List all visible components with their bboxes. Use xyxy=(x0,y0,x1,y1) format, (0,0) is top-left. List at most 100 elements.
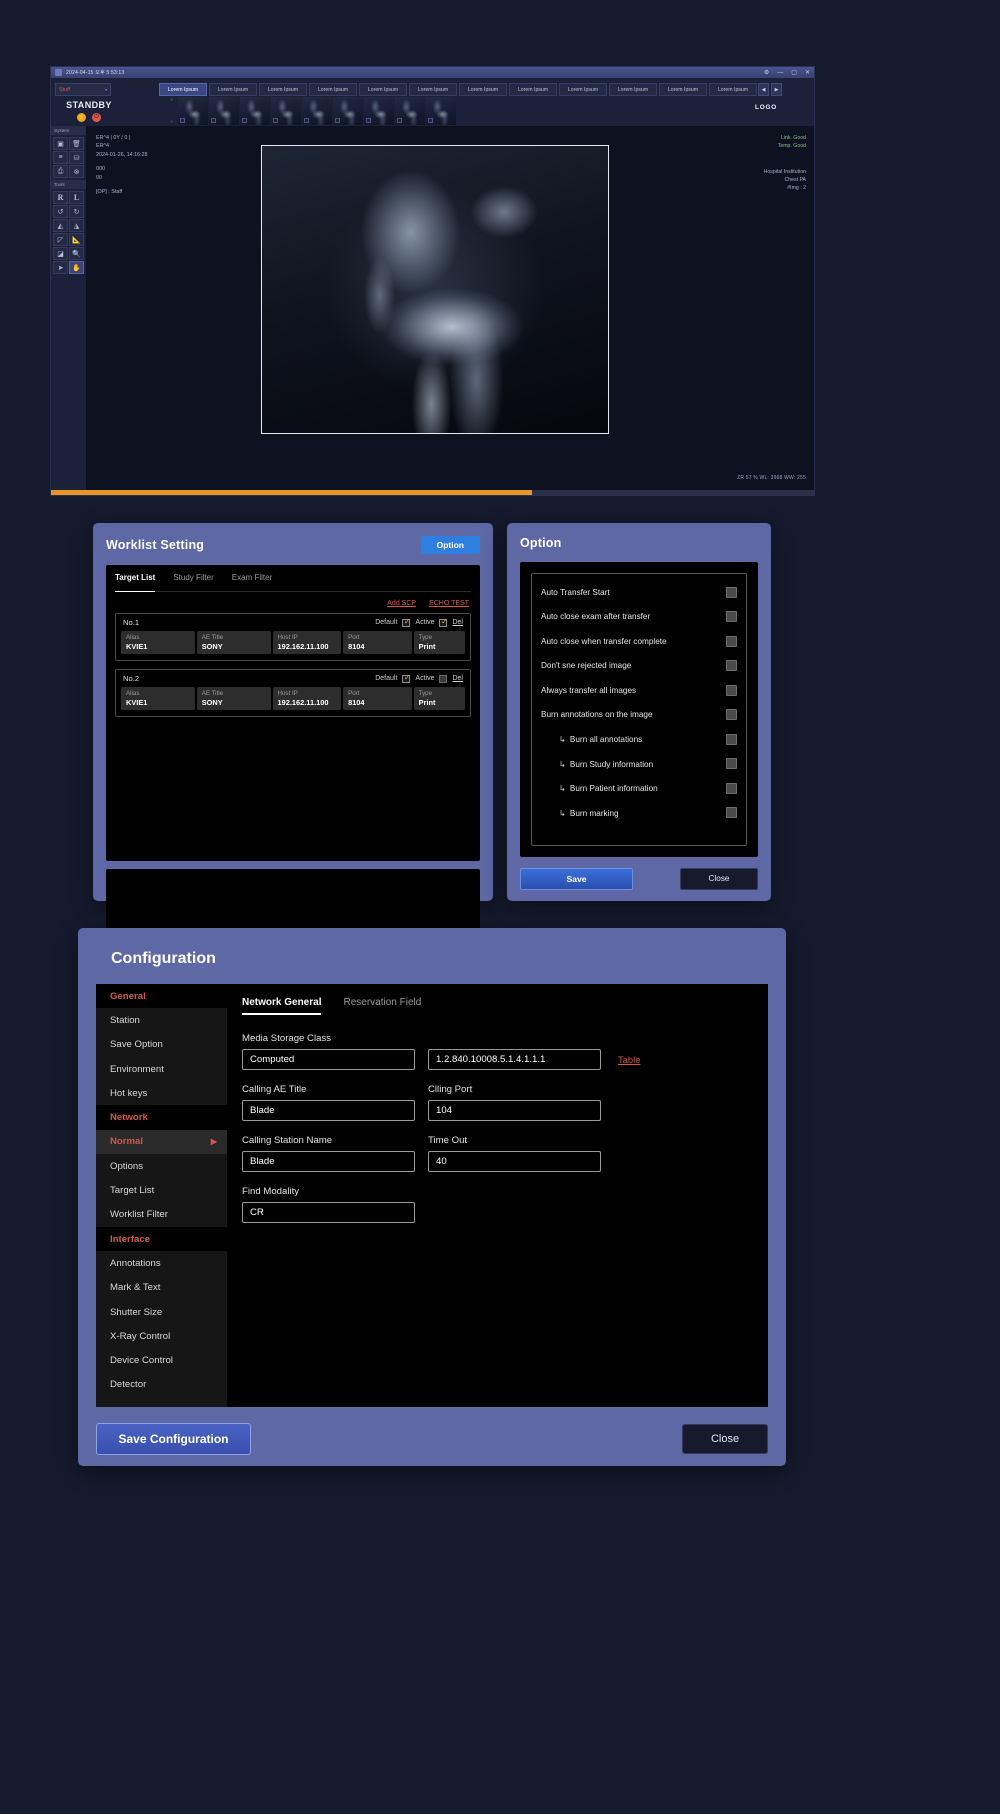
active-checkbox[interactable] xyxy=(439,617,448,627)
config-sidebar-item-worklist-filter[interactable]: Worklist Filter xyxy=(96,1203,227,1227)
thumbnail-1[interactable] xyxy=(209,97,239,125)
worklist-tab-2[interactable]: Exam Filter xyxy=(232,573,272,586)
config-sidebar-item-normal[interactable]: Normal ▶ xyxy=(96,1129,227,1155)
option-checkbox[interactable] xyxy=(726,782,737,794)
marker-right-icon[interactable]: R xyxy=(53,191,68,204)
pointer-icon[interactable]: ➤ xyxy=(53,261,68,274)
config-sidebar-item-device-control[interactable]: Device Control xyxy=(96,1348,227,1372)
option-checkbox[interactable] xyxy=(726,586,737,598)
option-row-3[interactable]: Don't sne rejected image xyxy=(541,654,737,679)
config-sidebar-item-annotations[interactable]: Annotations xyxy=(96,1251,227,1275)
worklist-tab-1[interactable]: Study Filter xyxy=(173,573,213,586)
thumbnail-checkbox[interactable] xyxy=(273,118,278,123)
flip-horizontal-icon[interactable]: ◭ xyxy=(53,219,68,232)
magnifier-icon[interactable]: 🔍 xyxy=(69,247,84,260)
option-row-7[interactable]: ↳ Burn Study information xyxy=(541,752,737,777)
thumbnail-7[interactable] xyxy=(395,97,425,125)
thumbnail-0[interactable] xyxy=(178,97,208,125)
alias-field[interactable]: Alias KVIE1 xyxy=(121,631,195,654)
viewer-tab-8[interactable]: Lorem Ipsum xyxy=(559,83,607,96)
config-sidebar-item-environment[interactable]: Environment xyxy=(96,1057,227,1081)
close-icon[interactable]: ✕ xyxy=(805,70,810,76)
gear-icon[interactable]: ⚙ xyxy=(764,70,769,76)
power-button-icon[interactable]: ⏻ xyxy=(92,113,101,122)
option-row-1[interactable]: Auto close exam after transfer xyxy=(541,605,737,630)
viewer-tab-10[interactable]: Lorem Ipsum xyxy=(659,83,707,96)
option-checkbox[interactable] xyxy=(726,635,737,647)
config-sidebar-item-network[interactable]: Network xyxy=(96,1105,227,1130)
configuration-close-button[interactable]: Close xyxy=(682,1424,768,1454)
camera-icon[interactable]: ▣ xyxy=(53,137,68,150)
table-link[interactable]: Table xyxy=(618,1054,640,1065)
media-storage-class-input[interactable]: Computed xyxy=(242,1049,415,1070)
thumbnail-checkbox[interactable] xyxy=(304,118,309,123)
cancel-icon[interactable]: ⊗ xyxy=(69,165,84,178)
echo-test-link[interactable]: ECHO TEST xyxy=(429,600,469,607)
thumbnail-8[interactable] xyxy=(426,97,456,125)
option-checkbox[interactable] xyxy=(726,733,737,745)
viewer-tab-3[interactable]: Lorem Ipsum xyxy=(309,83,357,96)
viewer-tab-9[interactable]: Lorem Ipsum xyxy=(609,83,657,96)
worklist-tab-0[interactable]: Target List xyxy=(115,573,156,592)
option-button[interactable]: Option xyxy=(420,536,480,554)
pan-hand-icon[interactable]: ✋ xyxy=(69,261,84,274)
option-row-5[interactable]: Burn annotations on the image xyxy=(541,703,737,728)
thumbnail-checkbox[interactable] xyxy=(242,118,247,123)
thumbnail-checkbox[interactable] xyxy=(428,118,433,123)
thumbnail-6[interactable] xyxy=(364,97,394,125)
thumbnail-checkbox[interactable] xyxy=(180,118,185,123)
option-save-button[interactable]: Save xyxy=(520,868,633,890)
option-row-4[interactable]: Always transfer all images xyxy=(541,678,737,703)
config-sidebar-item-interface[interactable]: Interface xyxy=(96,1226,227,1252)
option-checkbox[interactable] xyxy=(726,758,737,770)
maximize-icon[interactable]: ▢ xyxy=(791,70,797,76)
config-sidebar-item-x-ray-control[interactable]: X-Ray Control xyxy=(96,1324,227,1348)
list-icon[interactable]: ≡ xyxy=(53,151,68,164)
config-sidebar-item-mark-text[interactable]: Mark & Text xyxy=(96,1276,227,1300)
viewer-tab-2[interactable]: Lorem Ipsum xyxy=(259,83,307,96)
config-sidebar-item-hot-keys[interactable]: Hot keys xyxy=(96,1081,227,1105)
thumbnail-4[interactable] xyxy=(302,97,332,125)
viewer-tab-0[interactable]: Lorem Ipsum xyxy=(159,83,207,96)
option-checkbox[interactable] xyxy=(726,660,737,672)
option-close-button[interactable]: Close xyxy=(680,868,758,890)
thumbnail-checkbox[interactable] xyxy=(366,118,371,123)
time-out-input[interactable]: 40 xyxy=(428,1151,601,1172)
measure-angle-icon[interactable]: ◸ xyxy=(53,233,68,246)
delete-link[interactable]: Del xyxy=(452,675,463,682)
active-checkbox[interactable] xyxy=(439,674,448,683)
calling-ae-title-input[interactable]: Blade xyxy=(242,1100,415,1121)
window-level-icon[interactable]: ◪ xyxy=(53,247,68,260)
flip-vertical-icon[interactable]: ◮ xyxy=(69,219,84,232)
print-icon[interactable]: ⎙ xyxy=(53,165,68,178)
option-row-8[interactable]: ↳ Burn Patient information xyxy=(541,776,737,801)
config-tab-1[interactable]: Reservation Field xyxy=(343,997,421,1015)
thumbnail-checkbox[interactable] xyxy=(211,118,216,123)
measure-length-icon[interactable]: 📐 xyxy=(69,233,84,246)
option-row-2[interactable]: Auto close when transfer complete xyxy=(541,629,737,654)
config-sidebar-item-detector[interactable]: Detector xyxy=(96,1373,227,1397)
type-field[interactable]: Type Print xyxy=(413,631,465,654)
config-sidebar-item-station[interactable]: Station xyxy=(96,1008,227,1032)
host-ip-field[interactable]: Host IP 192.162.11.100 xyxy=(272,631,342,654)
config-sidebar-item-save-option[interactable]: Save Option xyxy=(96,1033,227,1057)
option-row-0[interactable]: Auto Transfer Start xyxy=(541,580,737,605)
config-tab-0[interactable]: Network General xyxy=(242,997,322,1015)
thumb-prev-button[interactable]: ‹ xyxy=(171,97,178,103)
calling-station-name-input[interactable]: Blade xyxy=(242,1151,415,1172)
config-sidebar-item-general[interactable]: General xyxy=(96,984,227,1009)
viewer-tab-6[interactable]: Lorem Ipsum xyxy=(459,83,507,96)
viewer-tab-5[interactable]: Lorem Ipsum xyxy=(409,83,457,96)
option-checkbox[interactable] xyxy=(726,684,737,696)
alias-field[interactable]: Alias KVIE1 xyxy=(121,687,195,710)
config-sidebar-item-options[interactable]: Options xyxy=(96,1154,227,1178)
thumbnail-checkbox[interactable] xyxy=(335,118,340,123)
viewer-tab-4[interactable]: Lorem Ipsum xyxy=(359,83,407,96)
viewer-tab-1[interactable]: Lorem Ipsum xyxy=(209,83,257,96)
thumbnail-2[interactable] xyxy=(240,97,270,125)
config-sidebar-item-target-list[interactable]: Target List xyxy=(96,1178,227,1202)
option-row-6[interactable]: ↳ Burn all annotations xyxy=(541,727,737,752)
add-scp-link[interactable]: Add SCP xyxy=(387,600,416,607)
calling-port-input[interactable]: 104 xyxy=(428,1100,601,1121)
xray-canvas[interactable] xyxy=(261,145,609,434)
